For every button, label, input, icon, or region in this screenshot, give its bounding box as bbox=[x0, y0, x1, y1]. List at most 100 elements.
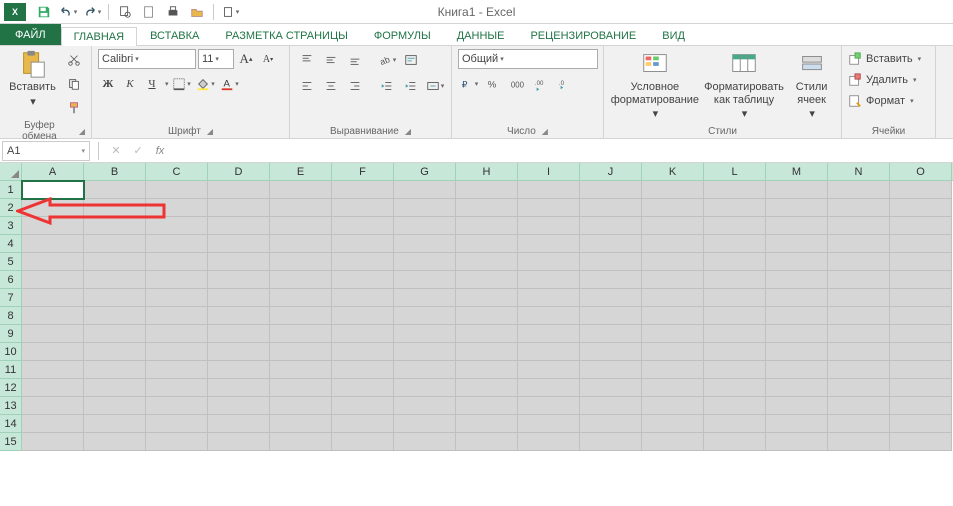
cell[interactable] bbox=[704, 379, 766, 397]
cell[interactable] bbox=[828, 235, 890, 253]
font-name-combo[interactable]: Calibri▾ bbox=[98, 49, 196, 69]
cell[interactable] bbox=[394, 289, 456, 307]
cell[interactable] bbox=[146, 343, 208, 361]
cell[interactable] bbox=[332, 235, 394, 253]
cut-icon[interactable] bbox=[63, 49, 85, 71]
cell[interactable] bbox=[642, 235, 704, 253]
cell[interactable] bbox=[890, 289, 952, 307]
font-color-icon[interactable]: A▾ bbox=[219, 73, 241, 95]
cell[interactable] bbox=[208, 343, 270, 361]
cell[interactable] bbox=[22, 199, 84, 217]
cell[interactable] bbox=[704, 181, 766, 199]
cell[interactable] bbox=[22, 253, 84, 271]
cell[interactable] bbox=[208, 181, 270, 199]
cell[interactable] bbox=[828, 181, 890, 199]
cell[interactable] bbox=[518, 181, 580, 199]
cell[interactable] bbox=[394, 217, 456, 235]
cell[interactable] bbox=[890, 415, 952, 433]
cancel-formula-icon[interactable]: ✕ bbox=[105, 141, 127, 161]
align-middle-icon[interactable] bbox=[320, 49, 342, 71]
cell[interactable] bbox=[456, 397, 518, 415]
cell[interactable] bbox=[394, 307, 456, 325]
cell[interactable] bbox=[22, 433, 84, 451]
cell[interactable] bbox=[332, 307, 394, 325]
cell[interactable] bbox=[580, 361, 642, 379]
cell[interactable] bbox=[890, 379, 952, 397]
cell[interactable] bbox=[84, 181, 146, 199]
cell[interactable] bbox=[208, 397, 270, 415]
cell[interactable] bbox=[456, 325, 518, 343]
row-header[interactable]: 8 bbox=[0, 307, 22, 325]
cell[interactable] bbox=[518, 325, 580, 343]
cell[interactable] bbox=[704, 325, 766, 343]
row-header[interactable]: 11 bbox=[0, 361, 22, 379]
number-format-combo[interactable]: Общий▾ bbox=[458, 49, 598, 69]
select-all-corner[interactable] bbox=[0, 163, 22, 180]
column-header[interactable]: K bbox=[642, 163, 704, 180]
cell[interactable] bbox=[84, 235, 146, 253]
cell[interactable] bbox=[828, 253, 890, 271]
row-header[interactable]: 9 bbox=[0, 325, 22, 343]
italic-button[interactable]: К bbox=[120, 74, 140, 94]
cell[interactable] bbox=[270, 235, 332, 253]
cell[interactable] bbox=[270, 415, 332, 433]
cell[interactable] bbox=[642, 289, 704, 307]
row-header[interactable]: 6 bbox=[0, 271, 22, 289]
print-preview-icon[interactable] bbox=[115, 2, 135, 22]
cell[interactable] bbox=[766, 397, 828, 415]
tab-page-layout[interactable]: РАЗМЕТКА СТРАНИЦЫ bbox=[212, 26, 360, 45]
align-center-icon[interactable] bbox=[320, 75, 342, 97]
cell[interactable] bbox=[394, 361, 456, 379]
row-header[interactable]: 15 bbox=[0, 433, 22, 451]
row-header[interactable]: 2 bbox=[0, 199, 22, 217]
cell[interactable] bbox=[146, 397, 208, 415]
redo-icon[interactable]: ▾ bbox=[82, 2, 102, 22]
wrap-text-icon[interactable] bbox=[400, 49, 422, 71]
paste-button[interactable]: Вставить ▾ bbox=[6, 49, 59, 108]
cell[interactable] bbox=[208, 235, 270, 253]
cell[interactable] bbox=[766, 289, 828, 307]
decrease-font-icon[interactable]: A▾ bbox=[258, 49, 278, 69]
column-header[interactable]: H bbox=[456, 163, 518, 180]
decrease-indent-icon[interactable] bbox=[376, 75, 398, 97]
cell[interactable] bbox=[394, 181, 456, 199]
cell[interactable] bbox=[456, 181, 518, 199]
row-header[interactable]: 14 bbox=[0, 415, 22, 433]
cell[interactable] bbox=[580, 289, 642, 307]
cell[interactable] bbox=[704, 271, 766, 289]
cell[interactable] bbox=[580, 397, 642, 415]
tab-view[interactable]: ВИД bbox=[649, 26, 698, 45]
cell[interactable] bbox=[22, 325, 84, 343]
cell[interactable] bbox=[456, 253, 518, 271]
cell[interactable] bbox=[580, 307, 642, 325]
cell[interactable] bbox=[394, 343, 456, 361]
decrease-decimal-icon[interactable]: .0 bbox=[554, 73, 576, 95]
cell[interactable] bbox=[270, 397, 332, 415]
cell[interactable] bbox=[332, 397, 394, 415]
cell[interactable] bbox=[828, 433, 890, 451]
cell[interactable] bbox=[766, 433, 828, 451]
cell[interactable] bbox=[642, 199, 704, 217]
cell[interactable] bbox=[22, 217, 84, 235]
align-top-icon[interactable] bbox=[296, 49, 318, 71]
cell[interactable] bbox=[146, 415, 208, 433]
cell[interactable] bbox=[146, 379, 208, 397]
cell[interactable] bbox=[394, 433, 456, 451]
cell[interactable] bbox=[332, 289, 394, 307]
cell[interactable] bbox=[766, 181, 828, 199]
row-header[interactable]: 5 bbox=[0, 253, 22, 271]
cell[interactable] bbox=[828, 271, 890, 289]
cell[interactable] bbox=[456, 379, 518, 397]
row-header[interactable]: 13 bbox=[0, 397, 22, 415]
cell[interactable] bbox=[518, 235, 580, 253]
cell[interactable] bbox=[766, 415, 828, 433]
cell[interactable] bbox=[704, 235, 766, 253]
orientation-icon[interactable]: ab▾ bbox=[376, 49, 398, 71]
cell[interactable] bbox=[208, 253, 270, 271]
cell[interactable] bbox=[146, 253, 208, 271]
cell[interactable] bbox=[22, 289, 84, 307]
cell[interactable] bbox=[208, 217, 270, 235]
cell[interactable] bbox=[22, 181, 84, 199]
cell[interactable] bbox=[394, 271, 456, 289]
increase-font-icon[interactable]: A▴ bbox=[236, 49, 256, 69]
